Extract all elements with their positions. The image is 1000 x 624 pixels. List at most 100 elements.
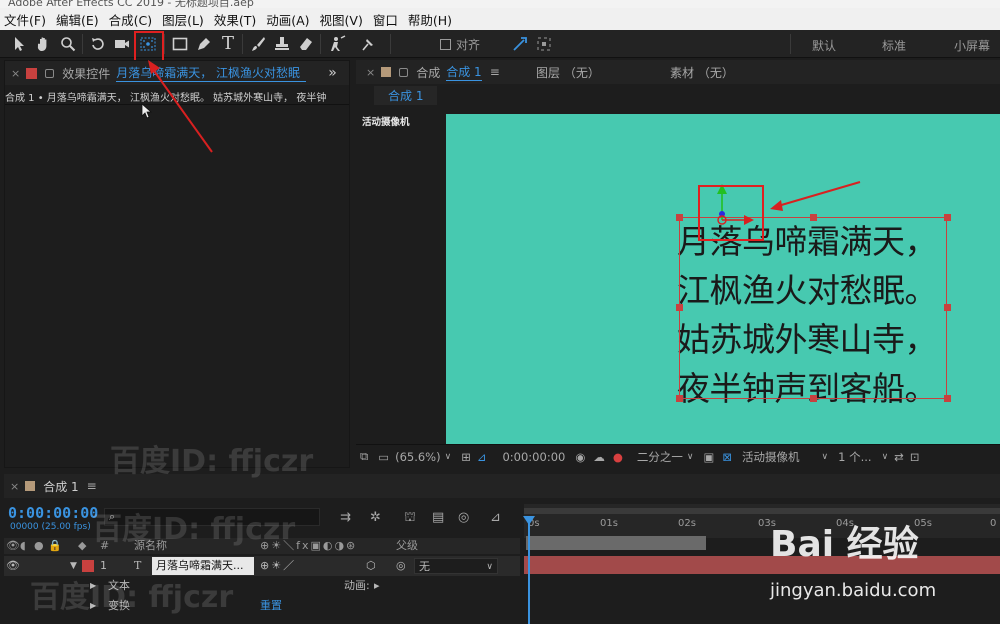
visibility-icon[interactable]: 👁 <box>6 556 20 576</box>
eraser-tool-icon[interactable] <box>296 34 316 54</box>
lock-column-icon[interactable]: 🔒 <box>48 538 62 554</box>
snap-icon[interactable] <box>510 34 530 54</box>
close-icon[interactable]: × <box>366 66 375 79</box>
layer-tab[interactable]: 图层 （无） <box>536 64 600 81</box>
color-channels-icon[interactable]: ● <box>613 450 623 464</box>
show-snapshot-icon[interactable]: ☁ <box>593 450 605 464</box>
solo-icon[interactable]: ● <box>34 538 44 554</box>
menu-layer[interactable]: 图层(L) <box>162 10 204 29</box>
current-time-indicator[interactable] <box>528 522 530 624</box>
region-of-interest-icon[interactable]: ▣ <box>704 450 715 464</box>
timeline-toggle-icon[interactable]: ⊡ <box>910 450 920 464</box>
transform-handle[interactable] <box>810 395 817 402</box>
composition-viewer[interactable]: 月落乌啼霜满天， 江枫渔火对愁眠。 姑苏城外寒山寺， 夜半钟声到客船。 <box>446 114 1000 444</box>
menu-effect[interactable]: 效果(T) <box>214 10 256 29</box>
snap-options-icon[interactable] <box>534 34 554 54</box>
close-icon[interactable]: × <box>10 480 19 493</box>
menu-composition[interactable]: 合成(C) <box>109 10 152 29</box>
workspace-standard[interactable]: 标准 <box>882 37 906 54</box>
zoom-tool-icon[interactable] <box>58 34 78 54</box>
label-column-icon[interactable]: ◆ <box>78 538 86 554</box>
menu-icon[interactable]: ≡ <box>490 65 500 79</box>
timeline-tab[interactable]: 合成 1 <box>43 478 78 495</box>
comp-tab-prefix: 合成 <box>416 65 441 80</box>
menu-view[interactable]: 视图(V) <box>320 10 363 29</box>
transparency-grid-icon[interactable]: ⊠ <box>722 450 732 464</box>
view-layout-select[interactable]: 1 个... ∨ <box>838 449 888 465</box>
effect-controls-tab[interactable]: 效果控件 <box>62 65 110 82</box>
visibility-icon[interactable]: 👁 <box>6 538 20 554</box>
time-tick: 0 <box>990 518 997 529</box>
close-icon[interactable]: × <box>11 67 20 80</box>
panel-overflow-icon[interactable]: » <box>328 65 337 81</box>
workspace-small-screen[interactable]: 小屏幕 <box>954 37 990 54</box>
transform-handle[interactable] <box>676 214 683 221</box>
draft-3d-icon[interactable]: ✲ <box>370 510 381 525</box>
snapshot-icon[interactable]: ◉ <box>575 450 585 464</box>
shy-layers-icon[interactable]: ⛫ <box>404 510 416 527</box>
transform-handle[interactable] <box>944 395 951 402</box>
timeline-timecode[interactable]: 0:00:00:00 <box>8 504 98 522</box>
current-time-display[interactable]: 0:00:00:00 <box>502 450 565 464</box>
audio-icon[interactable]: ◖ <box>20 538 26 554</box>
fast-previews-icon[interactable]: ⇄ <box>894 450 904 464</box>
transform-handle[interactable] <box>676 304 683 311</box>
layer-label-color[interactable] <box>82 560 94 572</box>
graph-editor-icon[interactable]: ⊿ <box>490 510 501 525</box>
transform-handle[interactable] <box>944 214 951 221</box>
transform-handle[interactable] <box>676 395 683 402</box>
layer-switches-icon[interactable]: ⊕☀／ <box>260 556 296 576</box>
lock-icon[interactable] <box>399 67 409 77</box>
grid-icon[interactable]: ⊞ <box>461 450 471 464</box>
rotate-tool-icon[interactable] <box>88 34 108 54</box>
reset-link[interactable]: 重置 <box>260 596 282 616</box>
menu-file[interactable]: 文件(F) <box>4 10 46 29</box>
layer-duration-bar[interactable] <box>524 556 1000 574</box>
annotation-arrow-icon <box>770 181 861 211</box>
align-checkbox[interactable] <box>440 39 451 50</box>
baidu-jingyan-url: jingyan.baidu.com <box>770 580 937 601</box>
preview-range-bar[interactable] <box>526 536 706 550</box>
camera-view-select[interactable]: 活动摄像机 ∨ <box>742 449 828 465</box>
parent-select[interactable]: 无 ∨ <box>414 558 498 574</box>
work-area-bar[interactable] <box>524 508 1000 514</box>
animate-add-icon[interactable]: ▸ <box>374 576 380 596</box>
motion-blur-icon[interactable]: ◎ <box>458 510 469 525</box>
brush-tool-icon[interactable] <box>248 34 268 54</box>
menu-animation[interactable]: 动画(A) <box>266 10 309 29</box>
comp-tab[interactable]: 合成 1 <box>446 63 482 81</box>
workspace-default[interactable]: 默认 <box>812 37 836 54</box>
camera-tool-icon[interactable] <box>112 34 132 54</box>
parent-column[interactable]: 父级 <box>396 538 418 554</box>
pickwhip-icon[interactable]: ◎ <box>396 556 406 576</box>
mask-visibility-icon[interactable]: ⊿ <box>477 450 487 464</box>
rectangle-tool-icon[interactable] <box>170 34 190 54</box>
footage-tab[interactable]: 素材 （无） <box>670 64 734 81</box>
transform-handle[interactable] <box>944 304 951 311</box>
3d-layer-icon[interactable]: ⬡ <box>366 556 376 576</box>
lock-icon[interactable] <box>45 68 55 78</box>
watermark-text: 百度ID: ffjczr <box>92 512 296 547</box>
frame-blending-icon[interactable]: ▤ <box>432 510 444 525</box>
menu-window[interactable]: 窗口 <box>373 10 398 29</box>
hand-tool-icon[interactable] <box>34 34 54 54</box>
time-tick: 02s <box>678 518 696 529</box>
magnification-select[interactable]: (65.6%) ∨ <box>395 450 451 464</box>
composition-panel: × 合成 合成 1 ≡ 图层 （无） 素材 （无） 合成 1 活动摄像机 月落乌… <box>356 60 1000 468</box>
comp-subtab[interactable]: 合成 1 <box>374 85 438 105</box>
monitor-icon[interactable]: ▭ <box>378 450 389 464</box>
always-preview-icon[interactable]: ⧉ <box>360 449 368 464</box>
menu-icon[interactable]: ≡ <box>87 479 97 493</box>
puppet-pin-tool-icon[interactable] <box>358 34 378 54</box>
type-tool-icon[interactable]: T <box>218 34 238 54</box>
resolution-select[interactable]: 二分之一 ∨ <box>637 449 694 465</box>
comp-mini-flowchart-icon[interactable]: ⇉ <box>340 510 351 525</box>
menu-edit[interactable]: 编辑(E) <box>56 10 99 29</box>
selection-tool-icon[interactable] <box>10 34 30 54</box>
playhead-icon[interactable] <box>523 516 535 526</box>
roto-brush-tool-icon[interactable] <box>328 34 348 54</box>
clone-stamp-tool-icon[interactable] <box>272 34 292 54</box>
pen-tool-icon[interactable] <box>194 34 214 54</box>
menu-help[interactable]: 帮助(H) <box>408 10 452 29</box>
menu-bar: 文件(F) 编辑(E) 合成(C) 图层(L) 效果(T) 动画(A) 视图(V… <box>0 8 1000 30</box>
